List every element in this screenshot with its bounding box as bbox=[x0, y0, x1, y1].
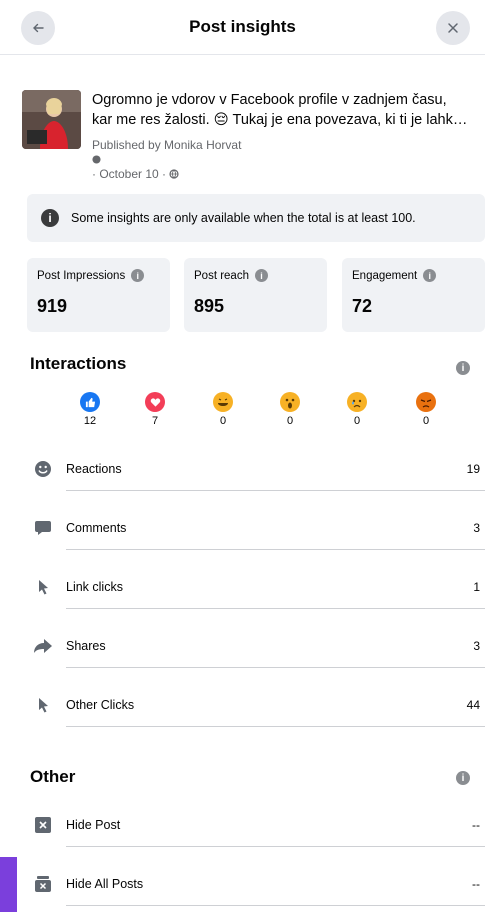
divider bbox=[66, 726, 485, 727]
reaction-angry: 0 bbox=[411, 392, 441, 427]
published-by: Published by Monika Horvat bbox=[92, 138, 242, 152]
divider bbox=[66, 846, 485, 847]
divider bbox=[66, 905, 485, 906]
like-icon bbox=[80, 392, 100, 412]
sad-icon bbox=[347, 392, 367, 412]
stat-value: 895 bbox=[194, 296, 225, 316]
angry-icon bbox=[416, 392, 436, 412]
row-hide-all-posts[interactable]: Hide All Posts -- bbox=[30, 874, 485, 912]
globe-icon bbox=[92, 155, 101, 164]
close-icon bbox=[448, 23, 458, 33]
info-icon: i bbox=[41, 209, 59, 227]
background-window-edge bbox=[0, 857, 17, 912]
reaction-wow: 0 bbox=[275, 392, 305, 427]
post-meta: Published by Monika Horvat · October 10 … bbox=[92, 138, 241, 181]
wow-icon bbox=[280, 392, 300, 412]
other-heading: Other bbox=[30, 767, 76, 786]
post-text-line: kar me res žalosti. 😔 Tukaj je ena povez… bbox=[92, 112, 468, 128]
row-label: Link clicks bbox=[66, 580, 123, 594]
stat-label: Post reach bbox=[194, 269, 249, 282]
stat-post-impressions: Post Impressions i 919 bbox=[27, 258, 170, 332]
row-hide-post[interactable]: Hide Post -- bbox=[30, 815, 485, 874]
row-link-clicks[interactable]: Link clicks 1 bbox=[30, 577, 485, 636]
info-icon[interactable]: i bbox=[131, 269, 145, 282]
row-other-clicks[interactable]: Other Clicks 44 bbox=[30, 695, 485, 754]
close-button[interactable] bbox=[436, 11, 470, 45]
row-value: 19 bbox=[466, 462, 480, 476]
audience-icon bbox=[169, 169, 179, 179]
reaction-count: 0 bbox=[286, 415, 294, 427]
haha-icon bbox=[213, 392, 233, 412]
insights-notice: i Some insights are only available when … bbox=[27, 194, 485, 242]
row-comments[interactable]: Comments 3 bbox=[30, 518, 485, 577]
row-value: 1 bbox=[473, 580, 480, 594]
reaction-haha: 0 bbox=[208, 392, 238, 427]
post-text-line: Ogromno je vdorov v Facebook profile v z… bbox=[92, 92, 447, 108]
row-shares[interactable]: Shares 3 bbox=[30, 636, 485, 695]
cursor-icon bbox=[33, 577, 53, 597]
stat-post-reach: Post reach i 895 bbox=[184, 258, 327, 332]
row-value: 3 bbox=[473, 521, 480, 535]
reaction-like: 12 bbox=[75, 392, 105, 427]
row-label: Hide All Posts bbox=[66, 877, 144, 891]
info-icon[interactable]: i bbox=[254, 269, 268, 282]
stat-value: 72 bbox=[352, 296, 373, 316]
reaction-count: 0 bbox=[353, 415, 361, 427]
smiley-icon bbox=[33, 459, 53, 479]
row-label: Comments bbox=[66, 521, 127, 535]
interactions-heading: Interactions bbox=[30, 354, 127, 373]
info-icon[interactable]: i bbox=[423, 269, 437, 282]
info-icon[interactable]: i bbox=[456, 361, 470, 375]
post-thumbnail bbox=[22, 90, 81, 149]
page-title: Post insights bbox=[189, 17, 296, 36]
row-value: -- bbox=[472, 877, 480, 891]
stat-label: Post Impressions bbox=[37, 269, 126, 282]
row-reactions[interactable]: Reactions 19 bbox=[30, 459, 485, 518]
row-label: Other Clicks bbox=[66, 698, 135, 712]
hide-post-icon bbox=[33, 815, 53, 835]
divider bbox=[66, 490, 485, 491]
post-date: · October 10 · bbox=[92, 167, 167, 181]
stat-label: Engagement bbox=[352, 269, 418, 282]
share-icon bbox=[33, 636, 53, 656]
cursor-icon bbox=[33, 695, 53, 715]
notice-text: Some insights are only available when th… bbox=[71, 211, 416, 225]
row-value: 44 bbox=[466, 698, 480, 712]
row-label: Reactions bbox=[66, 462, 122, 476]
love-icon bbox=[145, 392, 165, 412]
row-label: Hide Post bbox=[66, 818, 121, 832]
comment-icon bbox=[33, 518, 53, 538]
row-value: 3 bbox=[473, 639, 480, 653]
row-label: Shares bbox=[66, 639, 106, 653]
divider bbox=[66, 608, 485, 609]
reaction-count: 0 bbox=[219, 415, 227, 427]
reaction-count: 0 bbox=[422, 415, 430, 427]
post-text: Ogromno je vdorov v Facebook profile v z… bbox=[92, 90, 482, 130]
reaction-count: 12 bbox=[83, 415, 97, 427]
stat-value: 919 bbox=[37, 296, 68, 316]
hide-all-posts-icon bbox=[33, 874, 53, 894]
reaction-sad: 0 bbox=[342, 392, 372, 427]
divider bbox=[66, 549, 485, 550]
info-icon[interactable]: i bbox=[456, 771, 470, 785]
reaction-count: 7 bbox=[151, 415, 159, 427]
stat-engagement: Engagement i 72 bbox=[342, 258, 485, 332]
row-value: -- bbox=[472, 818, 480, 832]
header: Post insights bbox=[0, 0, 485, 55]
divider bbox=[66, 667, 485, 668]
reaction-love: 7 bbox=[140, 392, 170, 427]
